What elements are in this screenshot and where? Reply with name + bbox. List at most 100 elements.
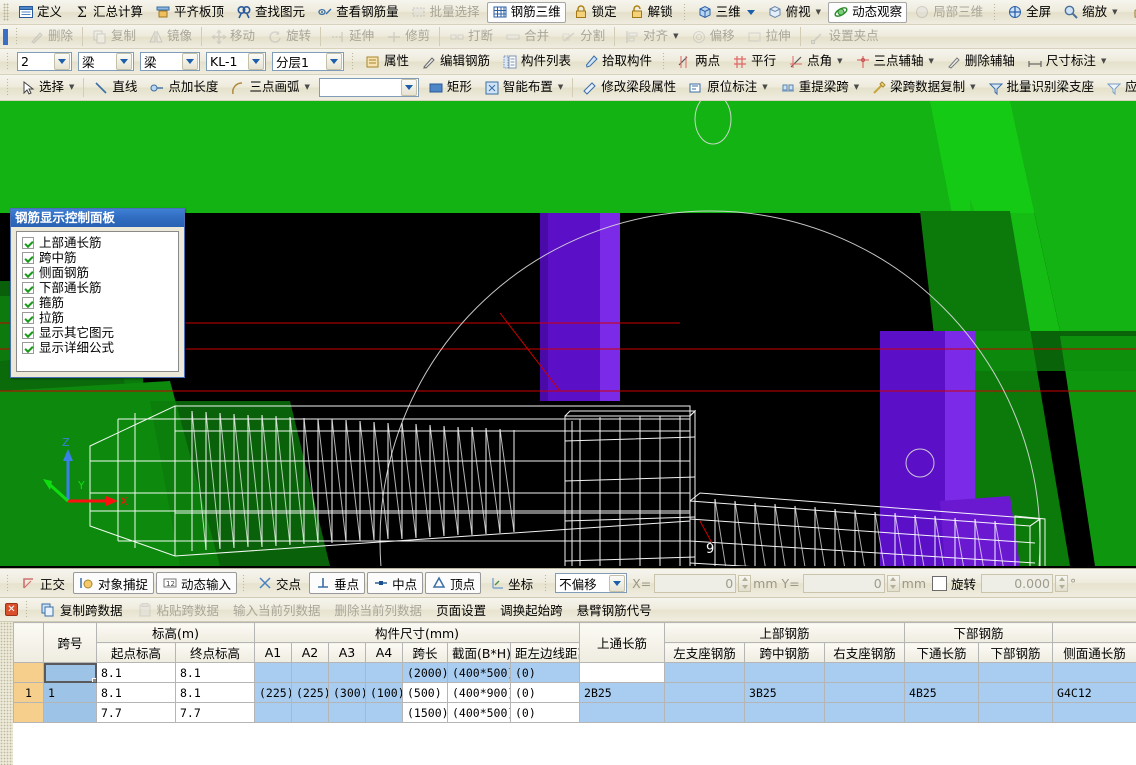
toolbar-button-split[interactable]: 分割 xyxy=(556,26,610,47)
toolbar-button-rebar-3d[interactable]: 钢筋三维 xyxy=(486,1,566,23)
table-header-bottom-through[interactable]: 下通长筋 xyxy=(904,642,980,663)
toolbar-button-rectangle[interactable]: 矩形 xyxy=(423,77,477,98)
cell-bottom-rebar[interactable] xyxy=(978,662,1054,683)
cell-a4[interactable]: (100) xyxy=(365,682,403,703)
table-header-span-length[interactable]: 跨长 xyxy=(402,642,448,663)
delete-current-column-button[interactable]: 删除当前列数据 xyxy=(328,600,430,620)
toolbar-button-line[interactable]: 直线 xyxy=(88,77,142,98)
cell-span-length[interactable]: (500) xyxy=(402,682,448,703)
cell-start-elev[interactable]: 7.7 xyxy=(96,702,176,723)
chevron-down-icon[interactable] xyxy=(609,574,626,592)
3d-view-dropdown[interactable] xyxy=(746,9,755,15)
rebar-panel-item[interactable]: 上部通长筋 xyxy=(19,235,176,250)
rotate-input[interactable]: 0.000 xyxy=(981,573,1054,593)
close-icon[interactable]: ✕ xyxy=(5,603,18,616)
checkbox-icon[interactable] xyxy=(22,281,34,294)
toolbar-button-select[interactable]: 选择 ▼ xyxy=(15,77,79,98)
toolbar-button-merge[interactable]: 合并 xyxy=(500,26,554,47)
snap-button-midpoint[interactable]: 中点 xyxy=(367,572,424,594)
y-spinner[interactable] xyxy=(886,574,900,592)
y-input[interactable]: 0 xyxy=(802,573,885,593)
table-header-bottom-rebar[interactable]: 下部钢筋 xyxy=(978,642,1054,663)
checkbox-icon[interactable] xyxy=(22,251,34,264)
cell-top-through[interactable] xyxy=(579,662,666,683)
table-header-elevation-group[interactable]: 标高(m) xyxy=(96,622,255,643)
cell-a3[interactable] xyxy=(328,662,366,683)
cell-a4[interactable] xyxy=(365,662,403,683)
chevron-down-icon[interactable]: ▼ xyxy=(970,84,975,91)
rotate-checkbox[interactable] xyxy=(932,575,947,591)
chevron-down-icon[interactable]: ▼ xyxy=(69,84,74,91)
chevron-down-icon[interactable]: ▼ xyxy=(304,84,309,91)
rotate-spinner[interactable] xyxy=(1055,574,1069,592)
cell-dist-left[interactable]: (0) xyxy=(509,702,581,723)
cell-mid-span[interactable] xyxy=(744,702,826,723)
x-spinner[interactable] xyxy=(738,574,752,592)
toolbar-button-summary-calc[interactable]: Σ 汇总计算 xyxy=(69,2,148,23)
table-header-top-rebar-group[interactable]: 上部钢筋 xyxy=(664,622,906,643)
toolbar-button-batch-identify-support[interactable]: 批量识别梁支座 xyxy=(983,77,1100,98)
rebar-panel-item[interactable]: 跨中筋 xyxy=(19,250,176,265)
toolbar-button-view-rebar-qty[interactable]: 查看钢筋量 xyxy=(312,2,404,23)
toolbar-button-smart-layout[interactable]: 智能布置 ▼ xyxy=(479,77,568,98)
swap-start-span-button[interactable]: 调换起始跨 xyxy=(493,600,570,620)
table-header-dist-left[interactable]: 距左边线距离 xyxy=(509,642,581,663)
table-header-blank-group[interactable] xyxy=(1052,622,1136,643)
cell-start-elev[interactable]: 8.1 xyxy=(96,682,176,703)
cell-left-support[interactable] xyxy=(664,662,746,683)
table-header-left-support[interactable]: 左支座钢筋 xyxy=(664,642,746,663)
table-header-a3[interactable]: A3 xyxy=(328,642,366,663)
checkbox-icon[interactable] xyxy=(22,296,34,309)
toolbar-button-move[interactable]: 移动 xyxy=(206,26,260,47)
chevron-down-icon[interactable]: ▼ xyxy=(558,84,563,91)
toolbar-button-in-situ-label[interactable]: 原位标注 ▼ xyxy=(683,77,772,98)
rebar-display-control-panel[interactable]: 钢筋显示控制面板 上部通长筋 跨中筋 侧面钢筋 下部通长筋 箍筋 拉筋 显示其它… xyxy=(10,208,185,378)
toolbar-button-pick-component[interactable]: 拾取构件 xyxy=(578,51,657,72)
toolbar-button-extend[interactable]: 延伸 xyxy=(325,26,379,47)
cell-a4[interactable] xyxy=(365,702,403,723)
cell-side-through[interactable] xyxy=(1052,702,1136,723)
cell-end-elev[interactable]: 8.1 xyxy=(175,682,255,703)
table-corner-cell[interactable] xyxy=(13,622,44,663)
category-combo[interactable]: 梁 xyxy=(78,52,134,71)
cell-left-support[interactable] xyxy=(664,702,746,723)
toolbar-button-align-slab-top[interactable]: 平齐板顶 xyxy=(150,2,229,23)
rebar-panel-item[interactable]: 拉筋 xyxy=(19,310,176,325)
cell-span-length[interactable]: (2000) xyxy=(402,662,448,683)
component-combo[interactable]: KL-1 xyxy=(206,52,266,71)
snap-button-dynamic-input[interactable]: 12 动态输入 xyxy=(156,572,238,594)
toolbar-button-copy[interactable]: 复制 xyxy=(87,26,141,47)
chevron-down-icon[interactable]: ▼ xyxy=(837,58,842,65)
toolbar-button-edit-beam-segment[interactable]: 修改梁段属性 xyxy=(577,77,681,98)
chevron-down-icon[interactable] xyxy=(116,53,132,70)
paste-span-data-button[interactable]: 粘贴跨数据 xyxy=(130,600,227,620)
toolbar-button-edit-rebar[interactable]: 编辑钢筋 xyxy=(416,51,495,72)
toolbar-button-batch-select[interactable]: 批量选择 xyxy=(406,2,485,23)
toolbar-button-three-point-arc[interactable]: 三点画弧 ▼ xyxy=(225,77,314,98)
layer-combo[interactable]: 分层1 xyxy=(272,52,344,71)
checkbox-icon[interactable] xyxy=(22,236,34,249)
cell-start-elev[interactable]: 8.1 xyxy=(96,662,176,683)
subcategory-combo[interactable]: 梁 xyxy=(140,52,200,71)
toolbar-grip[interactable] xyxy=(3,3,9,21)
table-header-a4[interactable]: A4 xyxy=(365,642,403,663)
cell-span-no[interactable] xyxy=(43,662,97,683)
table-header-span-no[interactable]: 跨号 xyxy=(43,622,97,663)
snap-button-intersection[interactable]: 交点 xyxy=(251,572,307,594)
toolbar-button-property[interactable]: 属性 xyxy=(360,51,414,72)
cell-left-support[interactable] xyxy=(664,682,746,703)
toolbar-button-mirror[interactable]: 镜像 xyxy=(143,26,197,47)
toolbar-button-component-list[interactable]: 构件列表 xyxy=(497,51,576,72)
table-header-bottom-rebar-group[interactable]: 下部钢筋 xyxy=(904,622,1054,643)
row-header[interactable]: 1 xyxy=(13,682,44,703)
cell-end-elev[interactable]: 7.7 xyxy=(175,702,255,723)
toolbar-button-stretch[interactable]: 拉伸 xyxy=(742,26,796,47)
toolbar-button-dimension[interactable]: 尺寸标注 ▼ xyxy=(1022,51,1111,72)
cell-a1[interactable] xyxy=(254,662,292,683)
chevron-down-icon[interactable] xyxy=(326,53,342,70)
snap-button-object-snap[interactable]: 对象捕捉 xyxy=(73,572,155,594)
toolbar-button-break[interactable]: 打断 xyxy=(444,26,498,47)
toolbar-button-offset[interactable]: 偏移 xyxy=(686,26,740,47)
table-header-dimension-group[interactable]: 构件尺寸(mm) xyxy=(253,622,581,643)
toolbar-grip[interactable] xyxy=(3,28,8,45)
